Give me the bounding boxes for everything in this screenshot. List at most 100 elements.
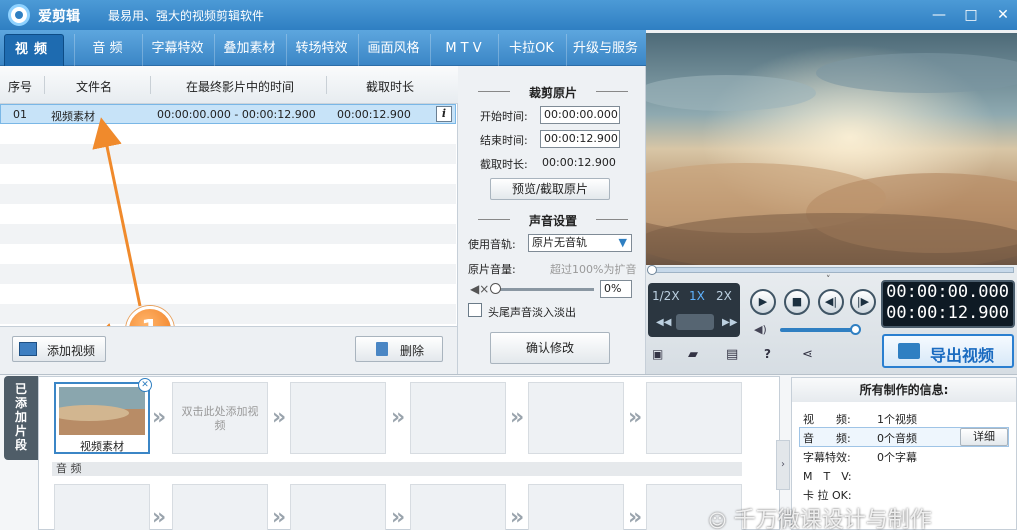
transition-arrow-icon[interactable]: »: [152, 407, 166, 429]
transition-arrow-icon: »: [272, 505, 287, 530]
end-label: 结束时间:: [480, 134, 528, 147]
share-icon[interactable]: ⋖: [802, 347, 813, 362]
prev-frame-icon[interactable]: ◀|: [818, 289, 844, 315]
transition-arrow-icon[interactable]: »: [510, 407, 524, 429]
help-icon[interactable]: ?: [764, 347, 771, 361]
tab-karaoke[interactable]: 卡拉OK: [498, 34, 564, 66]
video-preview[interactable]: [646, 33, 1017, 265]
empty-slot: [528, 382, 624, 454]
clip-thumb-image: [59, 387, 145, 435]
new-project-icon[interactable]: ▣: [652, 347, 663, 361]
audio-track-label: 音 频: [52, 462, 742, 476]
empty-slot: [290, 382, 386, 454]
current-time: 00:00:00.000: [886, 282, 1009, 302]
track-select[interactable]: 原片无音轨 ▼: [528, 234, 632, 252]
empty-slot: [646, 382, 742, 454]
close-button[interactable]: ✕: [992, 4, 1014, 26]
volume-slider[interactable]: [490, 283, 594, 294]
export-video-button[interactable]: 导出视频: [882, 334, 1014, 368]
transition-arrow-icon[interactable]: »: [391, 407, 405, 429]
time-display: 00:00:00.000 00:00:12.900: [881, 280, 1015, 328]
audio-slot: [528, 484, 624, 530]
trim-heading: 裁剪原片: [478, 84, 628, 101]
fade-label: 头尾声音淡入淡出: [488, 306, 576, 319]
volume-label: 原片音量:: [468, 263, 516, 276]
volume-field[interactable]: 0%: [600, 280, 632, 298]
clip-label: 视频素材: [80, 440, 124, 453]
info-row: 字幕特效: 0个字幕: [803, 451, 917, 464]
dur-label: 截取时长:: [480, 158, 528, 171]
info-button[interactable]: i: [436, 106, 452, 122]
audio-slot: [54, 484, 150, 530]
clip-settings-panel: 裁剪原片 开始时间: 00:00:00.000 结束时间: 00:00:12.9…: [458, 66, 646, 374]
transition-arrow-icon: »: [510, 505, 525, 530]
expand-panel-chevron-icon[interactable]: ›: [776, 440, 790, 490]
open-folder-icon[interactable]: ▰: [688, 347, 698, 362]
tab-styles[interactable]: 画面风格: [358, 34, 428, 66]
add-video-button[interactable]: 添加视频: [12, 336, 106, 362]
transition-arrow-icon: »: [391, 505, 406, 530]
tab-mtv[interactable]: M T V: [430, 34, 496, 66]
minimize-button[interactable]: —: [928, 4, 950, 26]
dur-value: 00:00:12.900: [542, 156, 616, 169]
info-row: 卡 拉 OK:: [803, 489, 852, 502]
transition-arrow-icon[interactable]: »: [272, 407, 286, 429]
progress-bar[interactable]: [647, 265, 1014, 275]
speaker-icon[interactable]: ◀): [754, 323, 767, 336]
forward-icon[interactable]: ▶▶: [722, 317, 737, 328]
transition-arrow-icon: »: [152, 505, 167, 530]
confirm-button[interactable]: 确认修改: [490, 332, 610, 364]
video-frame-image: [646, 33, 1017, 265]
track-label: 使用音轨:: [468, 238, 516, 251]
next-frame-icon[interactable]: |▶: [850, 289, 876, 315]
audio-heading: 声音设置: [478, 212, 628, 229]
arrow-up-icon: [92, 117, 142, 307]
film-add-icon: [19, 342, 37, 356]
remove-clip-icon[interactable]: ✕: [138, 378, 152, 392]
volume-handle[interactable]: [490, 283, 501, 294]
tab-transitions[interactable]: 转场特效: [286, 34, 356, 66]
empty-slot: [410, 382, 506, 454]
tab-upgrade[interactable]: 升级与服务: [566, 34, 644, 66]
collapse-chevron-icon[interactable]: ˅: [826, 275, 831, 285]
audio-slot: [290, 484, 386, 530]
info-row: 视 频: 1个视频: [803, 413, 917, 426]
fade-checkbox[interactable]: [468, 303, 482, 317]
info-title: 所有制作的信息:: [792, 378, 1016, 402]
clip-thumbnail[interactable]: 视频素材 ✕: [54, 378, 152, 454]
preview-trim-button[interactable]: 预览/截取原片: [490, 178, 610, 200]
transition-arrow-icon[interactable]: »: [628, 407, 642, 429]
save-icon[interactable]: ▤: [726, 347, 738, 362]
trash-icon: [376, 342, 388, 356]
speed-panel: 1/2X 1X 2X ◀◀ ▶▶: [648, 283, 740, 337]
add-video-placeholder[interactable]: 双击此处添加视频: [172, 382, 268, 454]
detail-button[interactable]: 详细: [960, 428, 1008, 446]
volume-hint: 超过100%为扩音: [550, 263, 637, 276]
added-clips-tab[interactable]: 已添加片段: [4, 376, 38, 460]
audio-slot: [410, 484, 506, 530]
progress-handle[interactable]: [647, 265, 657, 275]
total-time: 00:00:12.900: [886, 303, 1009, 323]
info-row: 音 频: 0个音频: [803, 432, 917, 445]
watermark: ☺ 千万微课设计与制作: [708, 508, 932, 530]
col-duration: 截取时长: [366, 80, 415, 94]
mute-icon[interactable]: ◀×: [470, 282, 489, 296]
speed-1x[interactable]: 1X: [689, 289, 705, 303]
play-icon[interactable]: ▶: [750, 289, 776, 315]
start-time-field[interactable]: 00:00:00.000: [540, 106, 620, 124]
delete-button[interactable]: 删除: [355, 336, 443, 362]
chevron-down-icon: ▼: [618, 236, 627, 249]
cell-duration: 00:00:12.900: [337, 108, 411, 121]
speed-half[interactable]: 1/2X: [652, 289, 680, 303]
stop-icon[interactable]: ■: [784, 289, 810, 315]
end-time-field[interactable]: 00:00:12.900: [540, 130, 620, 148]
player-volume-slider[interactable]: [780, 324, 861, 335]
tab-overlay[interactable]: 叠加素材: [214, 34, 284, 66]
speed-2x[interactable]: 2X: [716, 289, 732, 303]
rewind-icon[interactable]: ◀◀: [656, 317, 671, 328]
player-volume-handle[interactable]: [850, 324, 861, 335]
jog-wheel[interactable]: [676, 314, 714, 330]
wechat-icon: ☺: [708, 511, 727, 530]
maximize-button[interactable]: □: [960, 4, 982, 26]
col-time: 在最终影片中的时间: [186, 80, 295, 94]
